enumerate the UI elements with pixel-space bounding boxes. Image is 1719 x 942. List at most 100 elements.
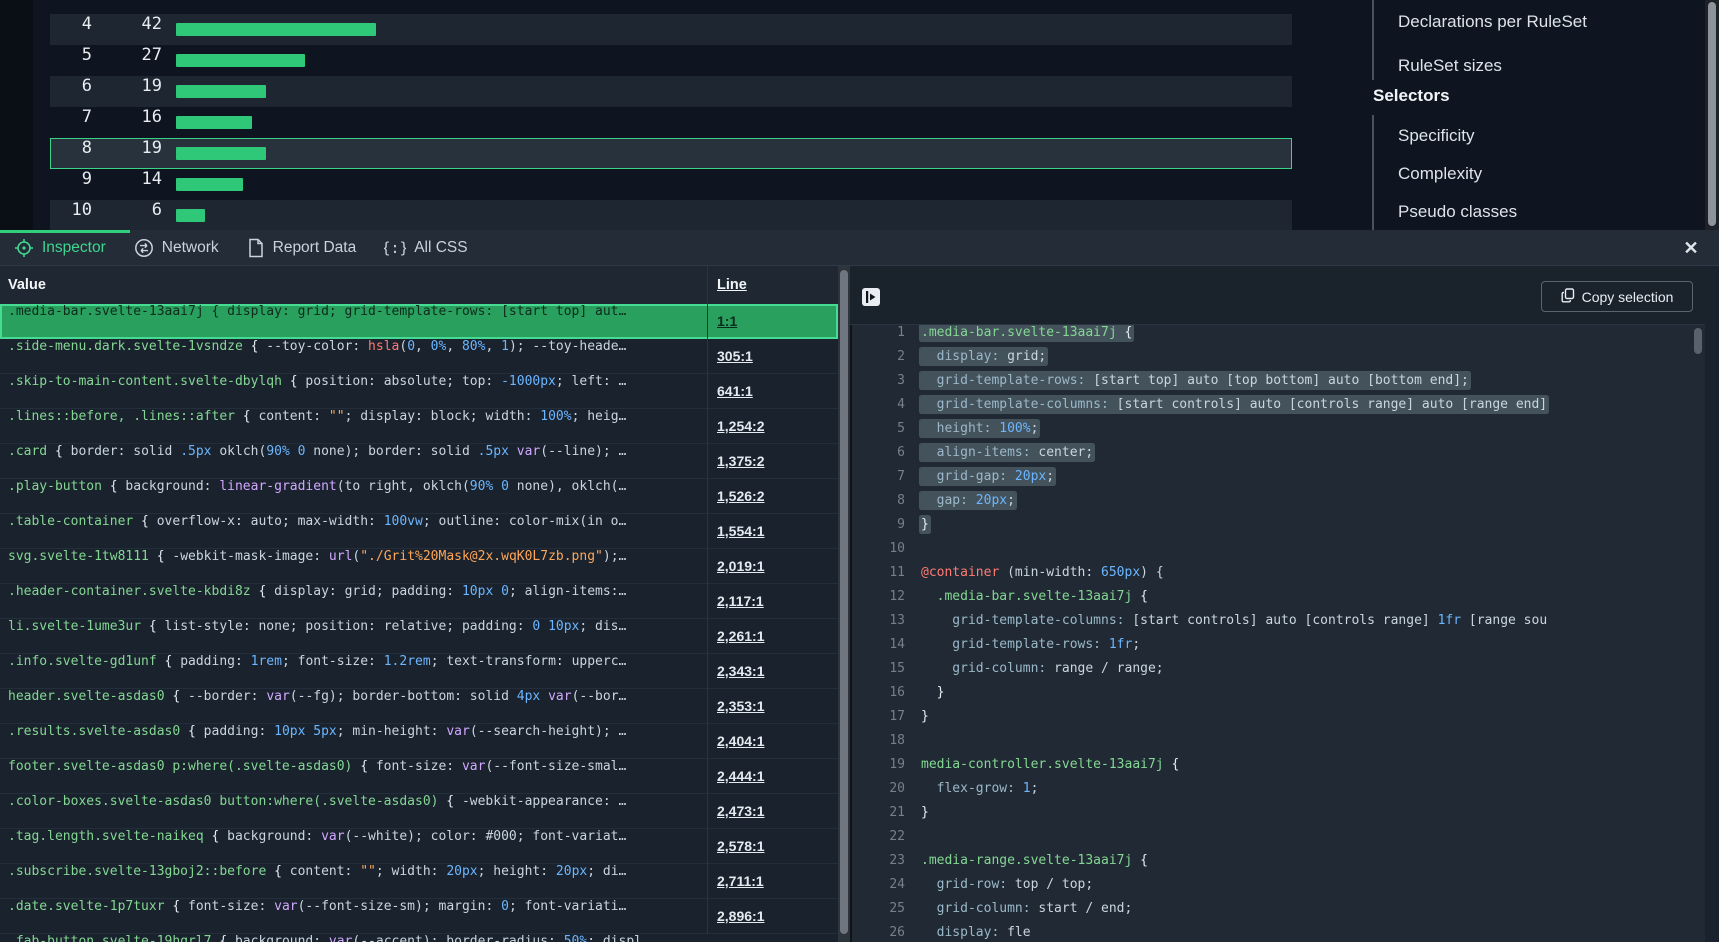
table-row[interactable]: svg.svelte-1tw8111 { -webkit-mask-image:… xyxy=(0,549,838,584)
column-header-line[interactable]: Line xyxy=(717,266,747,304)
table-row[interactable]: li.svelte-1ume3ur { list-style: none; po… xyxy=(0,619,838,654)
code-line: 8 gap: 20px; xyxy=(850,493,1693,517)
nav-item-specificity[interactable]: Specificity xyxy=(1398,122,1475,150)
bar xyxy=(176,85,266,98)
code-line-text: grid-template-rows: [start top] auto [to… xyxy=(921,373,1469,388)
nav-item-complexity[interactable]: Complexity xyxy=(1398,160,1482,188)
line-link[interactable]: 2,473:1 xyxy=(717,794,764,829)
rule-value: .results.svelte-asdas0 { padding: 10px 5… xyxy=(8,724,700,759)
line-link[interactable]: 1,526:2 xyxy=(717,479,764,514)
tab-all-css[interactable]: {:}All CSS xyxy=(384,238,467,258)
table-row[interactable]: .lines::before, .lines::after { content:… xyxy=(0,409,838,444)
line-link[interactable]: 2,444:1 xyxy=(717,759,764,794)
line-link[interactable]: 3,141:1 xyxy=(717,934,764,942)
table-row[interactable]: .subscribe.svelte-13gboj2::before { cont… xyxy=(0,864,838,899)
chart-row[interactable]: 442 xyxy=(50,14,1292,45)
rule-value: header.svelte-asdas0 { --border: var(--f… xyxy=(8,689,700,724)
line-link[interactable]: 2,343:1 xyxy=(717,654,764,689)
line-number: 12 xyxy=(865,589,905,604)
code-line-text: display: fle xyxy=(921,925,1031,940)
nav-item-pseudo-classes[interactable]: Pseudo classes xyxy=(1398,198,1517,226)
table-row[interactable]: .table-container { overflow-x: auto; max… xyxy=(0,514,838,549)
code-line-text: height: 100%; xyxy=(921,421,1038,436)
code-line: 3 grid-template-rows: [start top] auto [… xyxy=(850,373,1693,397)
nav-item-ruleset-sizes[interactable]: RuleSet sizes xyxy=(1398,52,1502,80)
rule-value: svg.svelte-1tw8111 { -webkit-mask-image:… xyxy=(8,549,700,584)
chart-row[interactable]: 106 xyxy=(50,200,1292,230)
line-link[interactable]: 2,019:1 xyxy=(717,549,764,584)
code-line: 1.media-bar.svelte-13aai7j { xyxy=(850,325,1693,349)
code-line-text: } xyxy=(921,685,944,700)
chart-row[interactable]: 527 xyxy=(50,45,1292,76)
table-row[interactable]: .skip-to-main-content.svelte-dbylqh { po… xyxy=(0,374,838,409)
code-line-text: grid-column: range / range; xyxy=(921,661,1164,676)
rule-value: .date.svelte-1p7tuxr { font-size: var(--… xyxy=(8,899,700,934)
table-row[interactable]: header.svelte-asdas0 { --border: var(--f… xyxy=(0,689,838,724)
nav-item-declarations-per-ruleset[interactable]: Declarations per RuleSet xyxy=(1398,8,1587,36)
line-link[interactable]: 2,117:1 xyxy=(717,584,764,619)
close-icon[interactable]: ✕ xyxy=(1682,238,1700,258)
bar xyxy=(176,54,305,67)
line-number: 7 xyxy=(865,469,905,484)
line-link[interactable]: 305:1 xyxy=(717,339,753,374)
code-line: 17} xyxy=(850,709,1693,733)
line-number: 9 xyxy=(865,517,905,532)
line-link[interactable]: 1,254:2 xyxy=(717,409,764,444)
table-row[interactable]: .card { border: solid .5px oklch(90% 0 n… xyxy=(0,444,838,479)
bar xyxy=(176,23,376,36)
chart-row[interactable]: 619 xyxy=(50,76,1292,107)
line-link[interactable]: 2,578:1 xyxy=(717,829,764,864)
chart-row[interactable]: 819 xyxy=(50,138,1292,169)
rule-value: .side-menu.dark.svelte-1vsndze { --toy-c… xyxy=(8,339,700,374)
nav-section-header: Selectors xyxy=(1373,82,1450,110)
line-number: 15 xyxy=(865,661,905,676)
line-link[interactable]: 2,353:1 xyxy=(717,689,764,724)
line-number: 16 xyxy=(865,685,905,700)
tab-label: Inspector xyxy=(42,239,106,257)
table-row[interactable]: .side-menu.dark.svelte-1vsndze { --toy-c… xyxy=(0,339,838,374)
copy-icon xyxy=(1561,288,1575,306)
line-link[interactable]: 641:1 xyxy=(717,374,753,409)
rule-value: .skip-to-main-content.svelte-dbylqh { po… xyxy=(8,374,700,409)
sidebar-toggle-icon[interactable] xyxy=(862,288,880,306)
table-row[interactable]: .tag.length.svelte-naikeq { background: … xyxy=(0,829,838,864)
line-link[interactable]: 1,375:2 xyxy=(717,444,764,479)
line-link[interactable]: 2,711:1 xyxy=(717,864,764,899)
code-line-text: grid-gap: 20px; xyxy=(921,469,1054,484)
table-scrollbar-thumb[interactable] xyxy=(840,270,848,934)
line-link[interactable]: 2,261:1 xyxy=(717,619,764,654)
code-line: 26 display: fle xyxy=(850,925,1693,942)
table-row[interactable]: .header-container.svelte-kbdi8z { displa… xyxy=(0,584,838,619)
line-link[interactable]: 2,404:1 xyxy=(717,724,764,759)
rule-value: .subscribe.svelte-13gboj2::before { cont… xyxy=(8,864,700,899)
rule-value: .card { border: solid .5px oklch(90% 0 n… xyxy=(8,444,700,479)
tab-inspector[interactable]: Inspector xyxy=(14,238,106,258)
code-line: 23.media-range.svelte-13aai7j { xyxy=(850,853,1693,877)
page-scrollbar-thumb[interactable] xyxy=(1708,2,1716,226)
line-link[interactable]: 1,554:1 xyxy=(717,514,764,549)
code-scrollbar-thumb[interactable] xyxy=(1694,328,1702,354)
tab-network[interactable]: Network xyxy=(134,238,219,258)
line-link[interactable]: 2,896:1 xyxy=(717,899,764,934)
table-row[interactable]: .date.svelte-1p7tuxr { font-size: var(--… xyxy=(0,899,838,934)
tab-report-data[interactable]: Report Data xyxy=(247,238,357,258)
table-row[interactable]: .play-button { background: linear-gradie… xyxy=(0,479,838,514)
table-row[interactable]: .media-bar.svelte-13aai7j { display: gri… xyxy=(0,304,838,339)
line-link[interactable]: 1:1 xyxy=(717,304,737,339)
code-viewer[interactable]: 1.media-bar.svelte-13aai7j {2 display: g… xyxy=(850,325,1693,942)
table-row[interactable]: .results.svelte-asdas0 { padding: 10px 5… xyxy=(0,724,838,759)
rules-table: .media-bar.svelte-13aai7j { display: gri… xyxy=(0,304,838,942)
code-line: 4 grid-template-columns: [start controls… xyxy=(850,397,1693,421)
table-row[interactable]: .fab-button.svelte-19hqrl7 { background:… xyxy=(0,934,838,942)
table-row[interactable]: footer.svelte-asdas0 p:where(.svelte-asd… xyxy=(0,759,838,794)
chart-row[interactable]: 716 xyxy=(50,107,1292,138)
target-icon xyxy=(14,238,34,258)
table-row[interactable]: .color-boxes.svelte-asdas0 button:where(… xyxy=(0,794,838,829)
chart-row[interactable]: 914 xyxy=(50,169,1292,200)
rule-value: .header-container.svelte-kbdi8z { displa… xyxy=(8,584,700,619)
code-line-text: } xyxy=(921,517,929,532)
bar xyxy=(176,147,266,160)
line-number: 13 xyxy=(865,613,905,628)
copy-selection-button[interactable]: Copy selection xyxy=(1541,281,1693,312)
table-row[interactable]: .info.svelte-gd1unf { padding: 1rem; fon… xyxy=(0,654,838,689)
